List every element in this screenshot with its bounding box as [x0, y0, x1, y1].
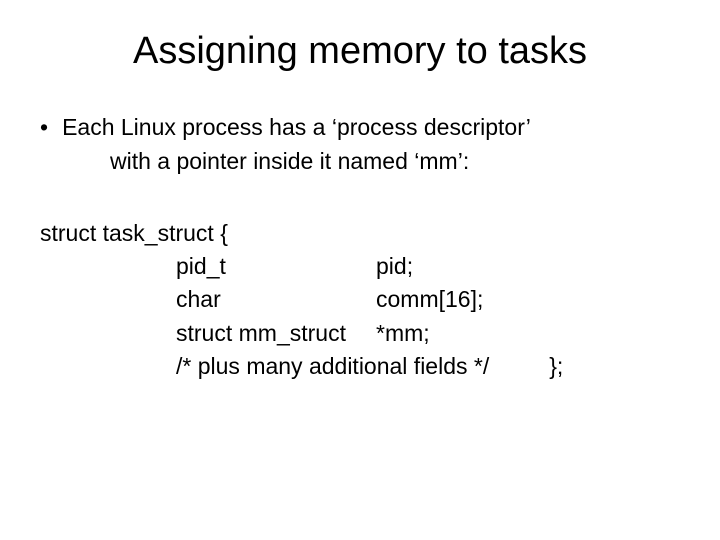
bullet-dot-icon: •: [40, 113, 48, 143]
code-comment: /* plus many additional fields */: [176, 350, 489, 383]
slide-title: Assigning memory to tasks: [40, 30, 680, 73]
code-row: char comm[16];: [176, 283, 680, 316]
code-comment-row: /* plus many additional fields */ };: [176, 350, 680, 383]
slide: Assigning memory to tasks • Each Linux p…: [0, 0, 720, 414]
code-block: struct task_struct { pid_t pid; char com…: [40, 217, 680, 384]
code-type: pid_t: [176, 250, 376, 283]
code-close: };: [549, 350, 563, 383]
code-type: struct mm_struct: [176, 317, 376, 350]
code-name: comm[16];: [376, 283, 483, 316]
code-name: pid;: [376, 250, 413, 283]
code-type: char: [176, 283, 376, 316]
code-open: struct task_struct {: [40, 217, 680, 250]
bullet-text-line2: with a pointer inside it named ‘mm’:: [110, 147, 680, 177]
code-name: *mm;: [376, 317, 430, 350]
code-row: struct mm_struct *mm;: [176, 317, 680, 350]
bullet-item: • Each Linux process has a ‘process desc…: [40, 113, 680, 143]
code-row: pid_t pid;: [176, 250, 680, 283]
bullet-text-line1: Each Linux process has a ‘process descri…: [62, 113, 531, 143]
